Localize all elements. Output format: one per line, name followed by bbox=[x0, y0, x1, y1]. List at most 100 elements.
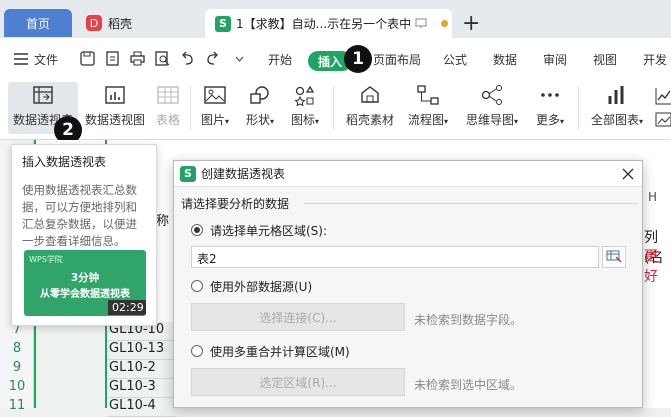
save-icon[interactable] bbox=[80, 51, 95, 66]
export-pdf-icon[interactable] bbox=[105, 51, 120, 66]
material-icon bbox=[361, 86, 379, 103]
line-chart-icon[interactable] bbox=[655, 86, 671, 106]
menu-formula[interactable]: 公式 bbox=[443, 51, 467, 68]
menu-review[interactable]: 审阅 bbox=[543, 51, 567, 68]
redo-icon[interactable] bbox=[205, 51, 220, 66]
menu-dev[interactable]: 开发 bbox=[643, 51, 667, 68]
range-select-icon bbox=[606, 250, 622, 263]
flowchart-label: 流程图▾ bbox=[408, 113, 449, 127]
mindmap-button[interactable]: 思维导图▾ bbox=[466, 84, 518, 128]
row-number[interactable]: 11 bbox=[0, 398, 34, 413]
section-divider bbox=[304, 203, 638, 204]
range-hint: 未检索到选中区域。 bbox=[414, 378, 523, 392]
cell-range-input[interactable]: 表2 bbox=[191, 246, 599, 268]
more-label: 更多▾ bbox=[536, 113, 565, 127]
dialog-titlebar: S 创建数据透视表 bbox=[174, 161, 642, 187]
select-range-button[interactable]: 选定区域(R)... bbox=[191, 368, 405, 396]
tab-daoke[interactable]: D 稻壳 bbox=[78, 9, 198, 37]
table-button[interactable]: 表格 bbox=[156, 84, 180, 128]
flowchart-button[interactable]: 流程图▾ bbox=[408, 84, 448, 128]
pivot-chart-button[interactable]: 数据透视图 bbox=[85, 84, 145, 128]
hamburger-menu-icon[interactable] bbox=[14, 53, 28, 65]
row-number[interactable]: 8 bbox=[0, 341, 34, 356]
picture-icon bbox=[204, 86, 226, 104]
spreadsheet-logo-icon: S bbox=[215, 15, 231, 32]
tab-daoke-label: 稻壳 bbox=[108, 16, 133, 31]
row-number[interactable]: 10 bbox=[0, 379, 34, 394]
icons-gallery-icon bbox=[294, 85, 315, 106]
bar-chart-icon bbox=[608, 86, 624, 104]
tab-home[interactable]: 首页 bbox=[4, 9, 72, 37]
more-button[interactable]: 更多▾ bbox=[536, 84, 564, 128]
dialog-section-label: 请选择要分析的数据 bbox=[181, 197, 290, 211]
radio-external-source-label: 使用外部数据源(U) bbox=[210, 280, 313, 294]
tab-home-label: 首页 bbox=[25, 16, 50, 31]
dialog-title: 创建数据透视表 bbox=[201, 167, 286, 181]
picture-label: 图片▾ bbox=[201, 113, 230, 127]
table-icon bbox=[157, 86, 179, 104]
all-charts-label: 全部图表▾ bbox=[591, 113, 644, 127]
menu-page-layout[interactable]: 页面布局 bbox=[373, 51, 421, 68]
radio-cell-range-label: 请选择单元格区域(S): bbox=[210, 224, 328, 238]
ribbon-separator bbox=[578, 86, 579, 130]
image-chart-icon[interactable] bbox=[655, 112, 671, 128]
range-picker-button[interactable] bbox=[602, 246, 626, 268]
print-icon[interactable] bbox=[130, 51, 145, 66]
unsaved-dot-icon bbox=[441, 20, 449, 27]
menu-start[interactable]: 开始 bbox=[268, 51, 292, 68]
more-dots-icon bbox=[541, 93, 559, 97]
ribbon-separator bbox=[333, 86, 334, 130]
right-cell-text-red: 更好 bbox=[644, 249, 658, 285]
table-cell[interactable]: GL10-3 bbox=[107, 379, 177, 398]
icon-label: 图标▾ bbox=[291, 113, 320, 127]
title-tab-bar: 首页 D 稻壳 S 1【求教】自动...示在另一个表中 + bbox=[0, 0, 671, 38]
tooltip-description: 使用数据透视表汇总数据，可以方便地排列和汇总复杂数据，以便进一步查看详细信息。 bbox=[22, 183, 137, 248]
pivot-table-tooltip: 插入数据透视表 使用数据透视表汇总数据，可以方便地排列和汇总复杂数据，以便进一步… bbox=[11, 144, 157, 326]
print-preview-icon[interactable] bbox=[155, 51, 170, 66]
mindmap-icon bbox=[481, 85, 503, 105]
tooltip-title: 插入数据透视表 bbox=[22, 155, 107, 169]
undo-icon[interactable] bbox=[180, 51, 195, 66]
table-cell[interactable]: GL10-2 bbox=[107, 360, 177, 379]
pivot-chart-icon bbox=[105, 86, 125, 104]
column-h-header: H bbox=[648, 190, 658, 204]
radio-multi-range[interactable] bbox=[191, 345, 203, 357]
pivot-table-icon bbox=[33, 86, 53, 104]
menu-file[interactable]: 文件 bbox=[34, 51, 58, 68]
connection-hint: 未检索到数据字段。 bbox=[414, 313, 523, 327]
shape-button[interactable]: 形状▾ bbox=[246, 84, 274, 128]
all-charts-button[interactable]: 全部图表▾ bbox=[591, 84, 643, 128]
shape-label: 形状▾ bbox=[246, 113, 275, 127]
partial-header-cell: 称 bbox=[156, 214, 170, 229]
create-pivot-table-dialog: S 创建数据透视表 请选择要分析的数据 请选择单元格区域(S): 表2 使用外部… bbox=[173, 160, 643, 408]
daoke-logo-icon: D bbox=[86, 15, 102, 31]
daoke-material-button[interactable]: 稻壳素材 bbox=[346, 84, 394, 128]
mindmap-label: 思维导图▾ bbox=[466, 113, 519, 127]
menu-insert-label: 插入 bbox=[317, 54, 342, 69]
table-cell[interactable]: GL10-13 bbox=[107, 341, 177, 360]
select-connection-button[interactable]: 选择连接(C)... bbox=[191, 303, 405, 331]
tab-document-label: 1【求教】自动...示在另一个表中 bbox=[236, 17, 412, 31]
step-badge-1: 1 bbox=[344, 45, 372, 73]
radio-multi-range-label: 使用多重合并计算区域(M) bbox=[210, 345, 350, 359]
shape-icon bbox=[250, 86, 269, 104]
close-icon[interactable] bbox=[622, 168, 634, 180]
spreadsheet-logo-icon: S bbox=[180, 165, 196, 182]
new-tab-button[interactable]: + bbox=[462, 11, 480, 36]
tutorial-video-thumbnail[interactable]: WPS学院 3分钟 从零学会数据透视表 02:29 bbox=[24, 250, 146, 316]
menu-data[interactable]: 数据 bbox=[493, 51, 517, 68]
monitor-icon bbox=[415, 18, 427, 28]
picture-button[interactable]: 图片▾ bbox=[201, 84, 229, 128]
video-title-line1: 3分钟 bbox=[70, 272, 100, 284]
radio-cell-range[interactable] bbox=[191, 224, 203, 236]
chevron-down-icon[interactable] bbox=[235, 56, 244, 62]
pivot-chart-label: 数据透视图 bbox=[85, 113, 146, 127]
radio-external-source[interactable] bbox=[191, 280, 203, 292]
tab-document[interactable]: S 1【求教】自动...示在另一个表中 bbox=[205, 9, 452, 38]
menu-view[interactable]: 视图 bbox=[593, 51, 617, 68]
icon-button[interactable]: 图标▾ bbox=[291, 84, 319, 128]
daoke-material-label: 稻壳素材 bbox=[346, 113, 395, 127]
ribbon-separator bbox=[190, 86, 191, 130]
table-label: 表格 bbox=[156, 113, 181, 127]
row-number[interactable]: 9 bbox=[0, 360, 34, 375]
